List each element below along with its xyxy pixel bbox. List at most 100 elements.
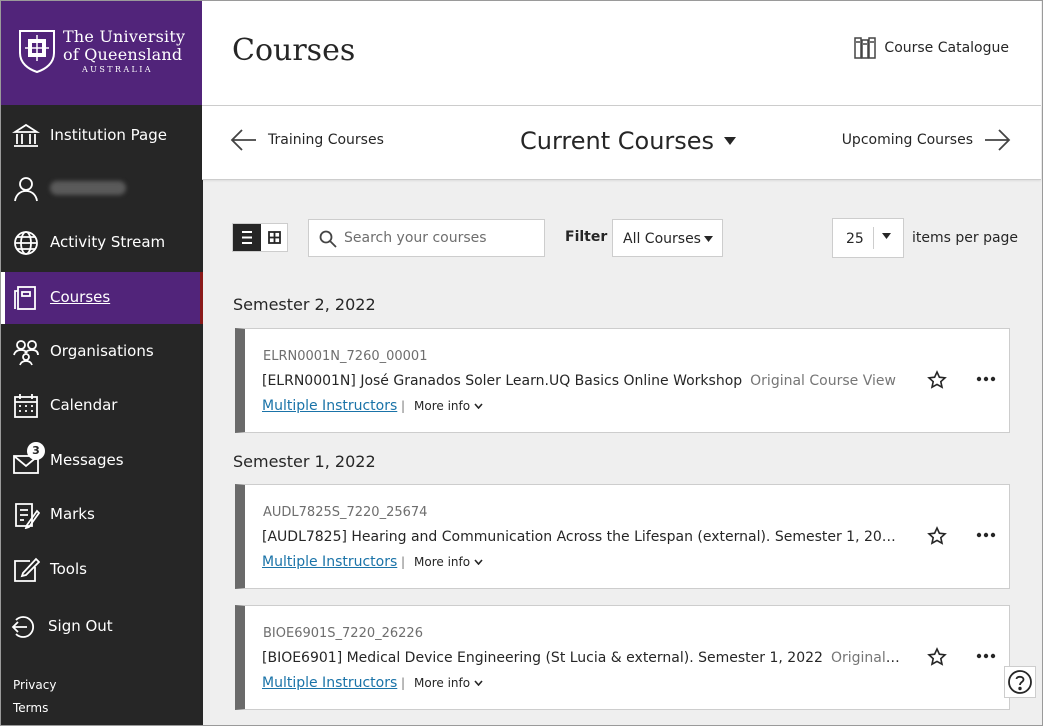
favorite-star-icon[interactable] xyxy=(927,647,947,667)
privacy-link[interactable]: Privacy xyxy=(13,678,56,692)
help-icon xyxy=(1008,670,1032,694)
more-info-label: More info xyxy=(414,676,471,690)
sidebar-item-sign-out[interactable]: Sign Out xyxy=(0,601,202,653)
course-catalogue-label: Course Catalogue xyxy=(884,40,1009,56)
organisations-icon xyxy=(13,340,39,366)
chevron-down-icon xyxy=(474,680,483,686)
current-term-dropdown[interactable]: Current Courses xyxy=(520,127,737,155)
term-navigation: Training Courses Current Courses Upcomin… xyxy=(202,106,1041,180)
book-shelf-icon xyxy=(854,37,877,59)
grid-icon xyxy=(268,231,281,244)
list-view-button[interactable] xyxy=(233,224,261,251)
sidebar-item-label: Activity Stream xyxy=(50,233,166,251)
brand-line-2: of Queensland xyxy=(63,45,183,64)
sidebar-item-label: Institution Page xyxy=(50,126,167,144)
more-info-label: More info xyxy=(414,555,471,569)
arrow-left-icon xyxy=(230,129,256,151)
favorite-star-icon[interactable] xyxy=(927,370,947,390)
course-name-row[interactable]: [ELRN0001N] José Granados Soler Learn.UQ… xyxy=(262,373,896,389)
sidebar-item-courses[interactable]: Courses xyxy=(0,272,203,324)
current-term-label: Current Courses xyxy=(520,127,715,155)
caret-down-icon xyxy=(704,236,713,242)
next-term-button[interactable]: Upcoming Courses xyxy=(842,128,1011,152)
filter-select[interactable]: All Courses xyxy=(612,219,723,257)
sidebar-item-label: Marks xyxy=(50,505,95,523)
help-button[interactable] xyxy=(1004,666,1036,698)
message-count-badge: 3 xyxy=(27,442,45,460)
calendar-icon xyxy=(14,394,38,418)
instructors-link[interactable]: Multiple Instructors xyxy=(262,554,397,570)
sidebar-item-institution-page[interactable]: Institution Page xyxy=(0,110,202,162)
course-card[interactable]: BIOE6901S_7220_26226 [BIOE6901] Medical … xyxy=(235,605,1010,710)
sidebar-item-profile[interactable] xyxy=(0,163,202,215)
page-title: Courses xyxy=(232,33,356,68)
filter-label: Filter xyxy=(565,229,608,245)
page-header: Courses Course Catalogue xyxy=(202,0,1041,106)
instructors-link[interactable]: Multiple Instructors xyxy=(262,398,397,414)
sidebar-item-activity-stream[interactable]: Activity Stream xyxy=(0,217,202,269)
semester-heading: Semester 2, 2022 xyxy=(233,295,376,314)
sidebar-item-label: Tools xyxy=(50,560,87,578)
course-name-row[interactable]: [BIOE6901] Medical Device Engineering (S… xyxy=(262,650,902,666)
separator: | xyxy=(401,676,406,690)
favorite-star-icon[interactable] xyxy=(927,526,947,546)
separator: | xyxy=(401,399,406,413)
sidebar-item-messages[interactable]: 3 Messages xyxy=(0,435,202,487)
sign-out-icon xyxy=(11,616,35,638)
crest-icon xyxy=(19,30,55,73)
sidebar-item-organisations[interactable]: Organisations xyxy=(0,326,202,378)
arrow-right-icon xyxy=(985,129,1011,151)
grid-view-button[interactable] xyxy=(261,224,288,251)
separator: | xyxy=(401,555,406,569)
caret-down-icon xyxy=(724,137,737,145)
course-id: AUDL7825S_7220_25674 xyxy=(263,505,428,520)
course-name[interactable]: [BIOE6901] Medical Device Engineering (S… xyxy=(262,650,823,666)
sidebar-item-label: Calendar xyxy=(50,396,118,414)
institution-icon xyxy=(12,123,40,147)
items-per-page-select[interactable]: 25 xyxy=(832,218,904,258)
caret-down-icon xyxy=(882,233,891,239)
sidebar-item-marks[interactable]: Marks xyxy=(0,489,202,541)
previous-term-button[interactable]: Training Courses xyxy=(230,128,384,152)
chevron-down-icon xyxy=(474,559,483,565)
search-placeholder: Search your courses xyxy=(344,230,487,246)
profile-name-blurred xyxy=(50,179,126,199)
items-per-page-label: items per page xyxy=(912,230,1019,246)
sidebar-item-calendar[interactable]: Calendar xyxy=(0,380,202,432)
view-toggle xyxy=(232,223,288,252)
course-name[interactable]: [ELRN0001N] José Granados Soler Learn.UQ… xyxy=(262,373,742,389)
more-info-label: More info xyxy=(414,399,471,413)
course-view-type: Original C... xyxy=(830,650,902,666)
sidebar-item-label: Courses xyxy=(50,288,111,306)
more-info-button[interactable]: More info xyxy=(414,399,483,413)
terms-link[interactable]: Terms xyxy=(13,701,48,715)
user-icon xyxy=(14,177,38,202)
course-id: ELRN0001N_7260_00001 xyxy=(263,349,428,364)
divider xyxy=(873,227,874,249)
more-info-button[interactable]: More info xyxy=(414,555,483,569)
more-options-icon[interactable] xyxy=(975,527,997,543)
course-name[interactable]: [AUDL7825] Hearing and Communication Acr… xyxy=(262,529,902,545)
more-options-icon[interactable] xyxy=(975,371,997,387)
items-per-page-value: 25 xyxy=(846,231,864,247)
search-input[interactable]: Search your courses xyxy=(308,219,545,257)
sidebar: The University of Queensland AUSTRALIA I… xyxy=(0,0,203,726)
sidebar-item-label: Organisations xyxy=(50,342,154,360)
more-info-button[interactable]: More info xyxy=(414,676,483,690)
sidebar-item-tools[interactable]: Tools xyxy=(0,544,202,596)
university-logo[interactable]: The University of Queensland AUSTRALIA xyxy=(0,0,202,105)
list-icon xyxy=(242,231,252,244)
courses-icon xyxy=(14,286,36,310)
instructors-link[interactable]: Multiple Instructors xyxy=(262,675,397,691)
course-name-row[interactable]: [AUDL7825] Hearing and Communication Acr… xyxy=(262,529,902,545)
next-term-label: Upcoming Courses xyxy=(841,132,973,148)
more-options-icon[interactable] xyxy=(975,648,997,664)
chevron-down-icon xyxy=(474,403,483,409)
sidebar-item-label: Sign Out xyxy=(48,617,113,635)
course-card[interactable]: ELRN0001N_7260_00001 [ELRN0001N] José Gr… xyxy=(235,328,1010,433)
previous-term-label: Training Courses xyxy=(268,132,384,148)
course-catalogue-link[interactable]: Course Catalogue xyxy=(854,36,1009,60)
brand-line-1: The University xyxy=(63,27,186,46)
course-view-type: Original Course View xyxy=(750,373,896,389)
course-card[interactable]: AUDL7825S_7220_25674 [AUDL7825] Hearing … xyxy=(235,484,1010,589)
